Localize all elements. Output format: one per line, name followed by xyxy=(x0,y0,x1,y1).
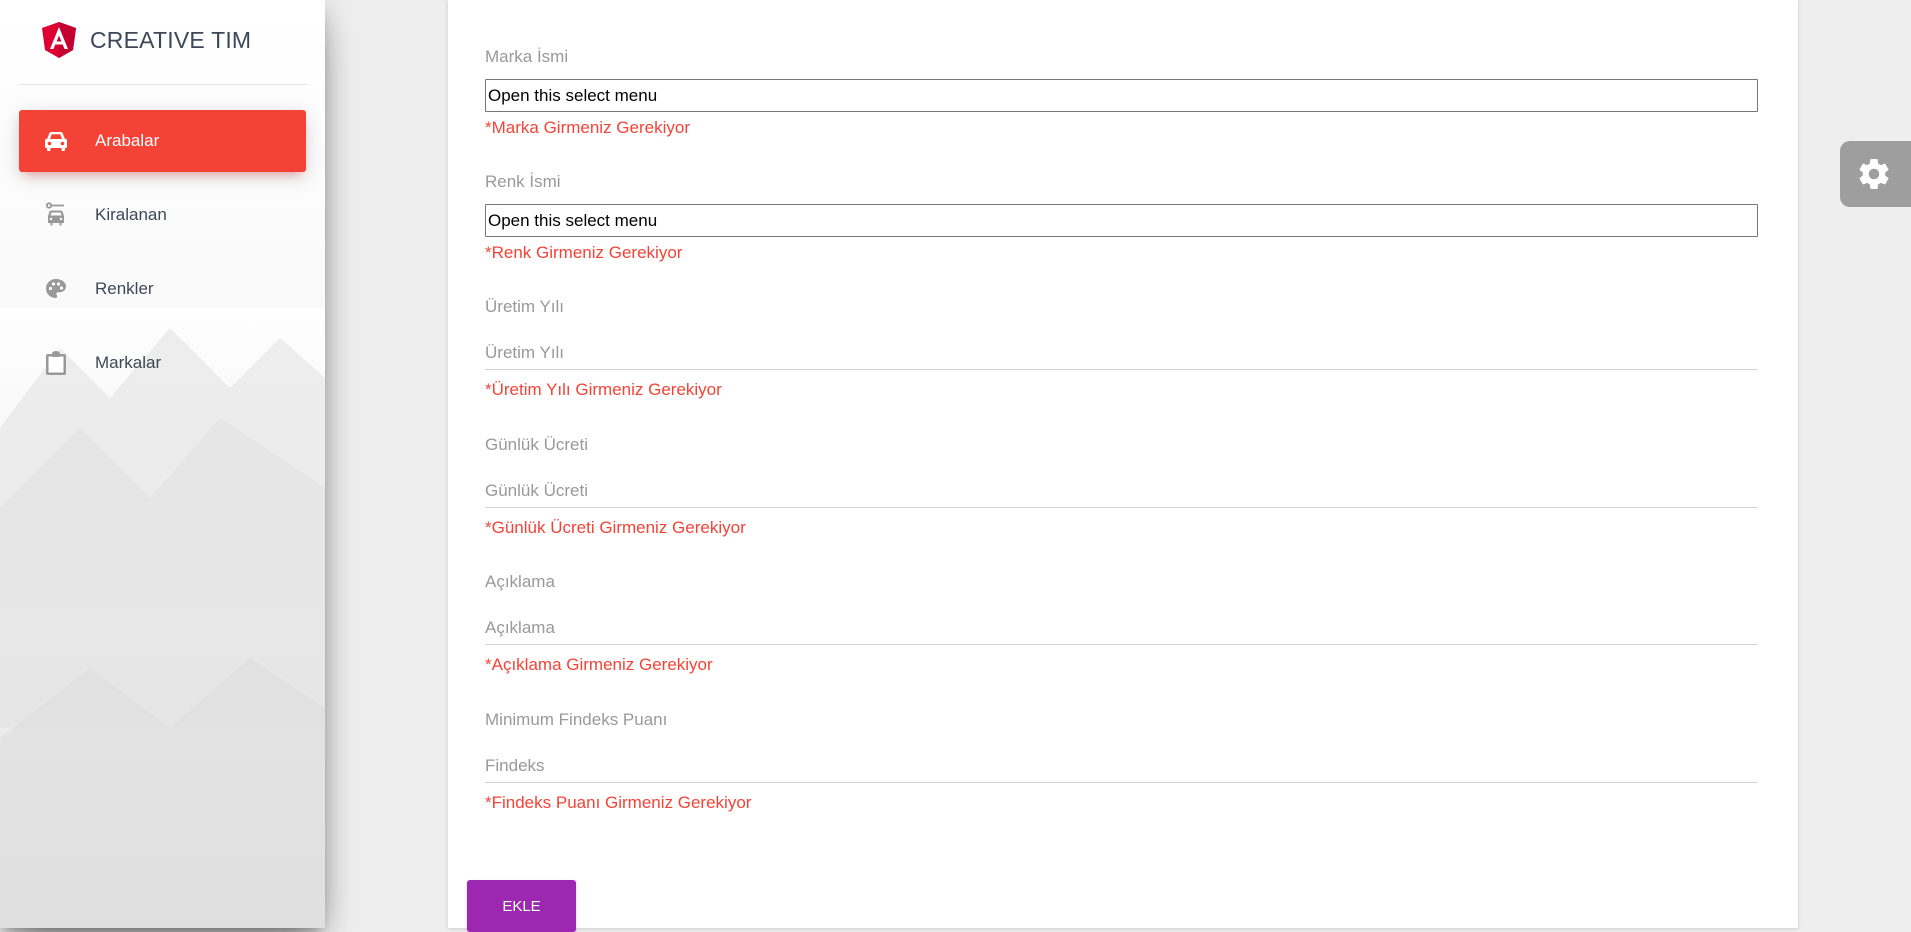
sidebar: CREATIVE TIM Arabalar Kiralanan Renkler … xyxy=(0,0,325,928)
sidebar-item-label: Markalar xyxy=(95,353,162,372)
year-label: Üretim Yılı xyxy=(485,297,565,316)
ekle-button[interactable]: EKLE xyxy=(467,880,576,932)
findeks-input[interactable]: Findeks xyxy=(485,749,1758,783)
clipboard-icon xyxy=(43,350,69,376)
palette-icon xyxy=(43,276,69,302)
daily-price-error: *Günlük Ücreti Girmeniz Gerekiyor xyxy=(485,518,746,537)
description-error: *Açıklama Girmeniz Gerekiyor xyxy=(485,655,713,674)
sidebar-item-label: Renkler xyxy=(95,279,154,298)
sidebar-item-label: Kiralanan xyxy=(95,205,167,224)
sidebar-item-label: Arabalar xyxy=(95,131,160,150)
sidebar-divider xyxy=(18,84,307,85)
car-icon xyxy=(43,128,69,154)
sidebar-item-renkler[interactable]: Renkler xyxy=(19,258,306,320)
year-error: *Üretim Yılı Girmeniz Gerekiyor xyxy=(485,380,722,399)
year-placeholder: Üretim Yılı xyxy=(485,342,565,362)
brand-select[interactable]: Open this select menu xyxy=(485,79,1758,112)
angular-icon xyxy=(42,22,76,58)
daily-price-input[interactable]: Günlük Ücreti xyxy=(485,474,1758,508)
daily-price-placeholder: Günlük Ücreti xyxy=(485,480,588,500)
sidebar-item-kiralanan[interactable]: Kiralanan xyxy=(19,184,306,246)
sidebar-item-markalar[interactable]: Markalar xyxy=(19,332,306,394)
description-placeholder: Açıklama xyxy=(485,617,555,637)
color-select[interactable]: Open this select menu xyxy=(485,204,1758,237)
sidebar-nav: Arabalar Kiralanan Renkler Markalar xyxy=(19,110,306,406)
settings-toggle[interactable] xyxy=(1840,141,1911,207)
color-select-value: Open this select menu xyxy=(488,210,658,230)
brand-select-value: Open this select menu xyxy=(488,85,658,105)
sidebar-item-arabalar[interactable]: Arabalar xyxy=(19,110,306,172)
color-error: *Renk Girmeniz Gerekiyor xyxy=(485,243,683,262)
brand-label: Marka İsmi xyxy=(485,47,569,66)
findeks-placeholder: Findeks xyxy=(485,755,545,775)
brand-name: CREATIVE TIM xyxy=(90,26,252,53)
form-card: Marka İsmi Open this select menu *Marka … xyxy=(448,0,1798,932)
gear-icon xyxy=(1859,159,1889,189)
findeks-error: *Findeks Puanı Girmeniz Gerekiyor xyxy=(485,793,752,812)
description-input[interactable]: Açıklama xyxy=(485,611,1758,645)
year-input[interactable]: Üretim Yılı xyxy=(485,336,1758,370)
brand-error: *Marka Girmeniz Gerekiyor xyxy=(485,118,690,137)
transfer-icon xyxy=(43,202,69,228)
brand-logo[interactable]: CREATIVE TIM xyxy=(42,22,251,58)
description-label: Açıklama xyxy=(485,572,555,591)
color-label: Renk İsmi xyxy=(485,172,561,191)
daily-price-label: Günlük Ücreti xyxy=(485,435,588,454)
findeks-label: Minimum Findeks Puanı xyxy=(485,710,668,729)
